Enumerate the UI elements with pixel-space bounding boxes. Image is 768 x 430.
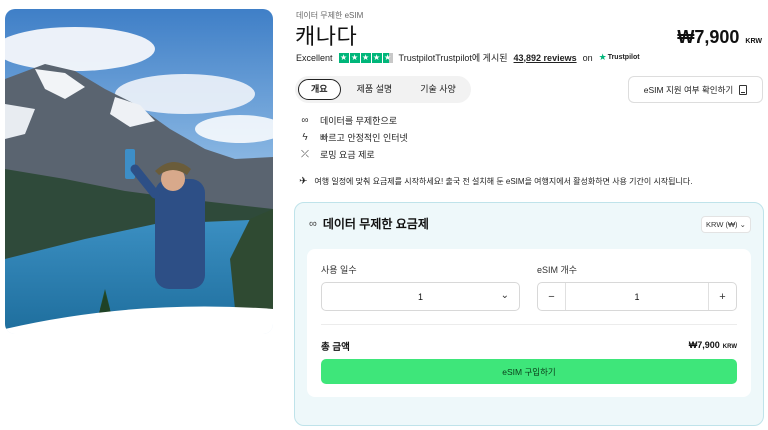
total-amount: ₩7,900	[688, 340, 720, 350]
posted-suffix: Trustpilot에 게시된	[435, 53, 508, 63]
decrement-button[interactable]: −	[538, 283, 566, 310]
feature-text: 데이터를 무제한으로	[320, 116, 398, 126]
rating-label: Excellent	[296, 52, 333, 63]
currency-select[interactable]: KRW (₩) ⌄	[701, 216, 751, 233]
chevron-down-icon: ⌄	[739, 220, 746, 229]
rating-posted-on: TrustpilotTrustpilot에 게시된	[398, 53, 508, 63]
feature-item: ∞ 데이터를 무제한으로	[299, 112, 408, 129]
days-label: 사용 일수	[321, 265, 357, 275]
price-amount: ₩7,900	[677, 27, 740, 47]
check-compatibility-label: eSIM 지원 여부 확인하기	[643, 84, 734, 95]
infinity-icon: ∞	[301, 115, 309, 126]
activation-note: ✈ 여행 일정에 맞춰 요금제를 시작하세요! 출국 전 설치해 둔 eSIM을…	[299, 176, 692, 187]
qty-label: eSIM 개수	[537, 265, 578, 275]
chevron-down-icon: ⌄	[500, 290, 509, 301]
check-compatibility-button[interactable]: eSIM 지원 여부 확인하기	[628, 76, 763, 103]
rating-stars: ★ ★ ★ ★ ★	[338, 52, 393, 63]
quantity-stepper: − 1 +	[537, 282, 737, 311]
days-value: 1	[417, 291, 423, 302]
plan-title: 데이터 무제한 요금제	[322, 217, 429, 231]
travel-icon: ✈	[299, 176, 308, 187]
tab-overview[interactable]: 개요	[298, 79, 341, 100]
star-icon: ★	[349, 52, 360, 63]
trustpilot-logo[interactable]: ★ Trustpilot	[599, 52, 640, 63]
star-icon: ★	[338, 52, 349, 63]
days-dropdown[interactable]: 1 ⌄	[321, 282, 520, 311]
trustpilot-brand: Trustpilot	[607, 54, 640, 61]
product-price: ₩7,900 KRW	[677, 27, 762, 48]
reviews-link[interactable]: 43,892 reviews	[514, 53, 577, 63]
feature-text: 빠르고 안정적인 인터넷	[320, 133, 408, 143]
feature-list: ∞ 데이터를 무제한으로 ϟ 빠르고 안정적인 인터넷 ⤫ 로밍 요금 제로	[299, 112, 408, 163]
activation-note-text: 여행 일정에 맞춰 요금제를 시작하세요! 출국 전 설치해 둔 eSIM을 여…	[314, 177, 693, 186]
infinity-icon: ∞	[309, 217, 317, 230]
price-currency: KRW	[745, 38, 762, 45]
product-tabs: 개요 제품 설명 기술 사양	[295, 76, 471, 103]
bolt-icon: ϟ	[302, 132, 308, 143]
hero-image	[5, 9, 273, 334]
document-check-icon	[739, 84, 748, 95]
rating-row: Excellent ★ ★ ★ ★ ★ TrustpilotTrustpilot…	[296, 51, 640, 64]
feature-item: ⤫ 로밍 요금 제로	[299, 146, 408, 163]
buy-esim-button[interactable]: eSIM 구입하기	[321, 359, 737, 384]
feature-text: 로밍 요금 제로	[320, 150, 375, 160]
plan-card: ∞ 데이터 무제한 요금제 KRW (₩) ⌄ 사용 일수 eSIM 개수 1 …	[294, 202, 764, 426]
trustpilot-star-icon: ★	[598, 52, 607, 62]
currency-select-value: KRW (₩)	[706, 220, 738, 229]
total-price: ₩7,900 KRW	[689, 340, 737, 350]
total-currency: KRW	[722, 344, 737, 350]
tab-specs[interactable]: 기술 사양	[408, 79, 468, 100]
star-icon: ★	[371, 52, 382, 63]
feature-item: ϟ 빠르고 안정적인 인터넷	[299, 129, 408, 146]
quantity-value[interactable]: 1	[566, 292, 708, 302]
product-title: 캐나다	[295, 24, 358, 49]
star-icon: ★	[360, 52, 371, 63]
plan-header: ∞ 데이터 무제한 요금제	[309, 215, 429, 232]
plan-options: 사용 일수 eSIM 개수 1 ⌄ − 1 + 총 금액 ₩7,900 KRW …	[307, 249, 751, 397]
no-roaming-icon: ⤫	[301, 149, 309, 160]
rating-on: on	[582, 52, 593, 63]
divider	[321, 324, 737, 325]
increment-button[interactable]: +	[708, 283, 736, 310]
tab-description[interactable]: 제품 설명	[345, 79, 405, 100]
total-label: 총 금액	[321, 342, 350, 353]
half-star-icon: ★	[382, 52, 393, 63]
